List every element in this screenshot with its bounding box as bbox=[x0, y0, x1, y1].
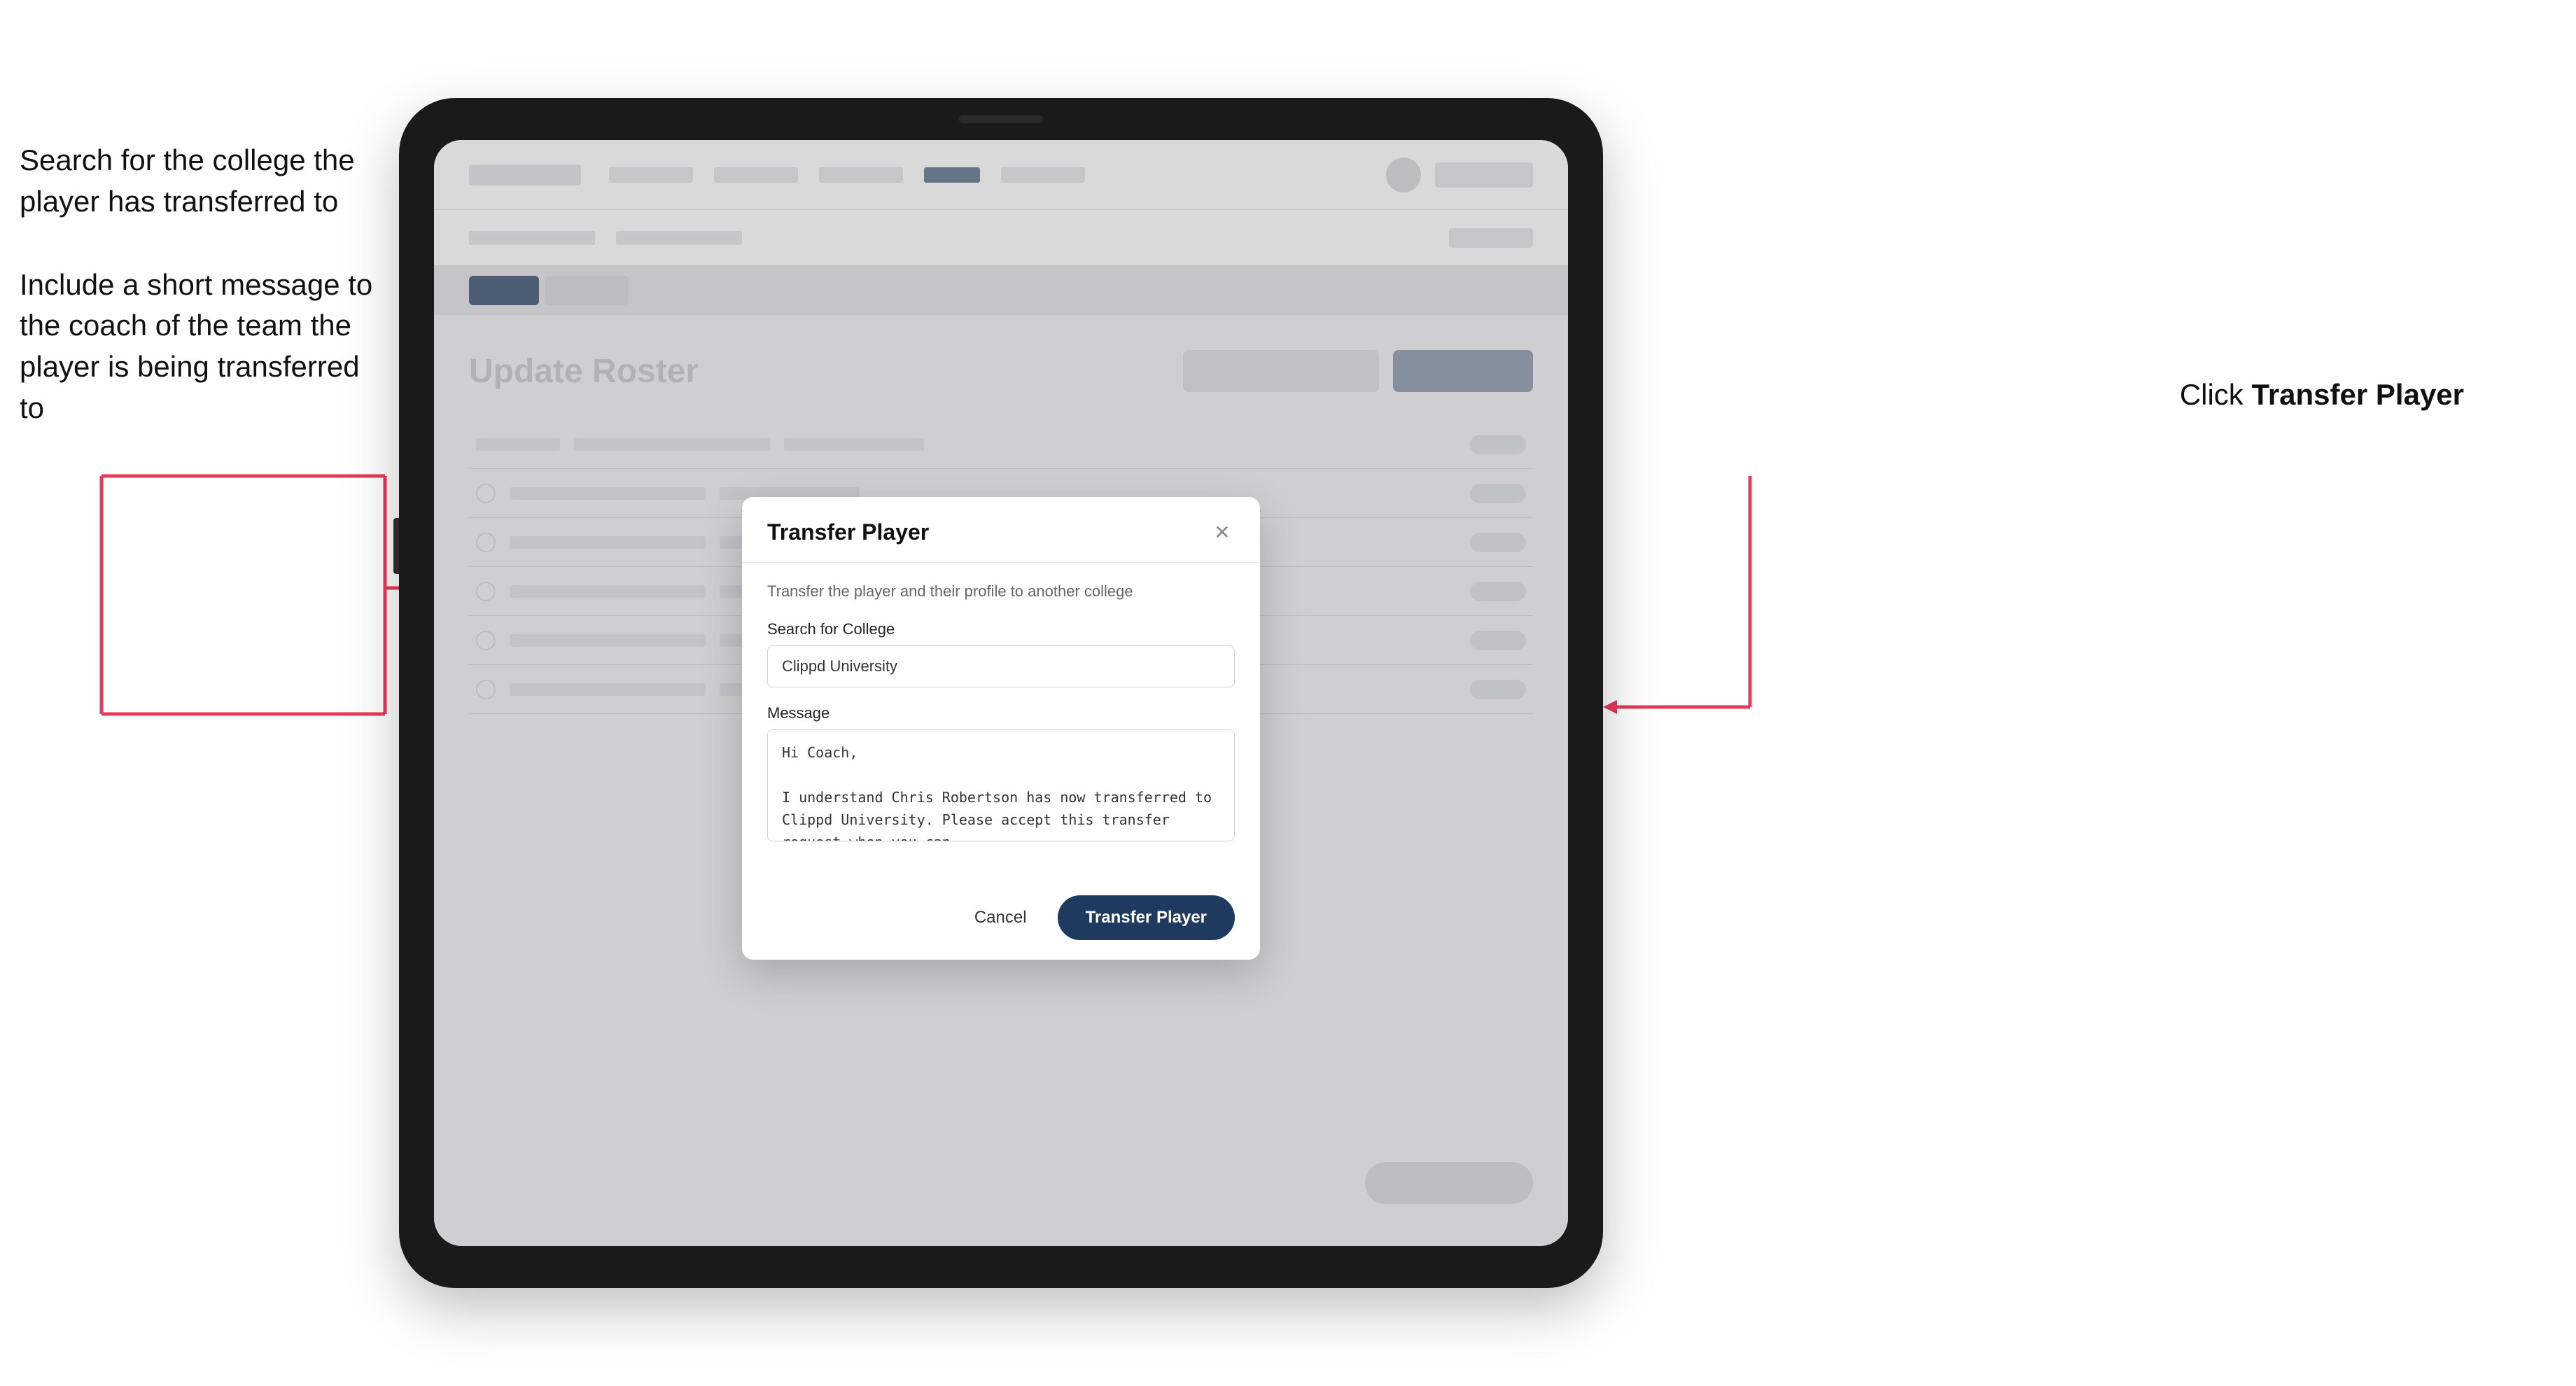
annotation-left: Search for the college the player has tr… bbox=[20, 140, 384, 471]
message-label: Message bbox=[767, 704, 1235, 722]
search-college-input[interactable] bbox=[767, 645, 1235, 687]
modal-body: Transfer the player and their profile to… bbox=[742, 563, 1260, 881]
message-textarea[interactable]: Hi Coach, I understand Chris Robertson h… bbox=[767, 729, 1235, 841]
modal-close-button[interactable]: ✕ bbox=[1210, 519, 1235, 545]
tablet-screen: Update Roster bbox=[434, 140, 1568, 1246]
annotation-transfer-bold: Transfer Player bbox=[2251, 378, 2464, 411]
modal-overlay: Transfer Player ✕ Transfer the player an… bbox=[434, 140, 1568, 1246]
search-college-label: Search for College bbox=[767, 620, 1235, 638]
tablet-frame: Update Roster bbox=[399, 98, 1603, 1288]
annotation-search-text: Search for the college the player has tr… bbox=[20, 140, 384, 223]
search-college-field-group: Search for College bbox=[767, 620, 1235, 687]
annotation-right: Click Transfer Player bbox=[2180, 378, 2464, 412]
cancel-button[interactable]: Cancel bbox=[958, 898, 1044, 937]
annotation-message-text: Include a short message to the coach of … bbox=[20, 265, 384, 429]
modal-header: Transfer Player ✕ bbox=[742, 497, 1260, 563]
message-field-group: Message Hi Coach, I understand Chris Rob… bbox=[767, 704, 1235, 845]
annotation-click-text: Click bbox=[2180, 378, 2252, 411]
modal-subtitle: Transfer the player and their profile to… bbox=[767, 582, 1235, 601]
transfer-player-modal: Transfer Player ✕ Transfer the player an… bbox=[742, 497, 1260, 960]
modal-footer: Cancel Transfer Player bbox=[742, 881, 1260, 960]
transfer-player-button[interactable]: Transfer Player bbox=[1058, 895, 1235, 940]
modal-title: Transfer Player bbox=[767, 519, 929, 545]
